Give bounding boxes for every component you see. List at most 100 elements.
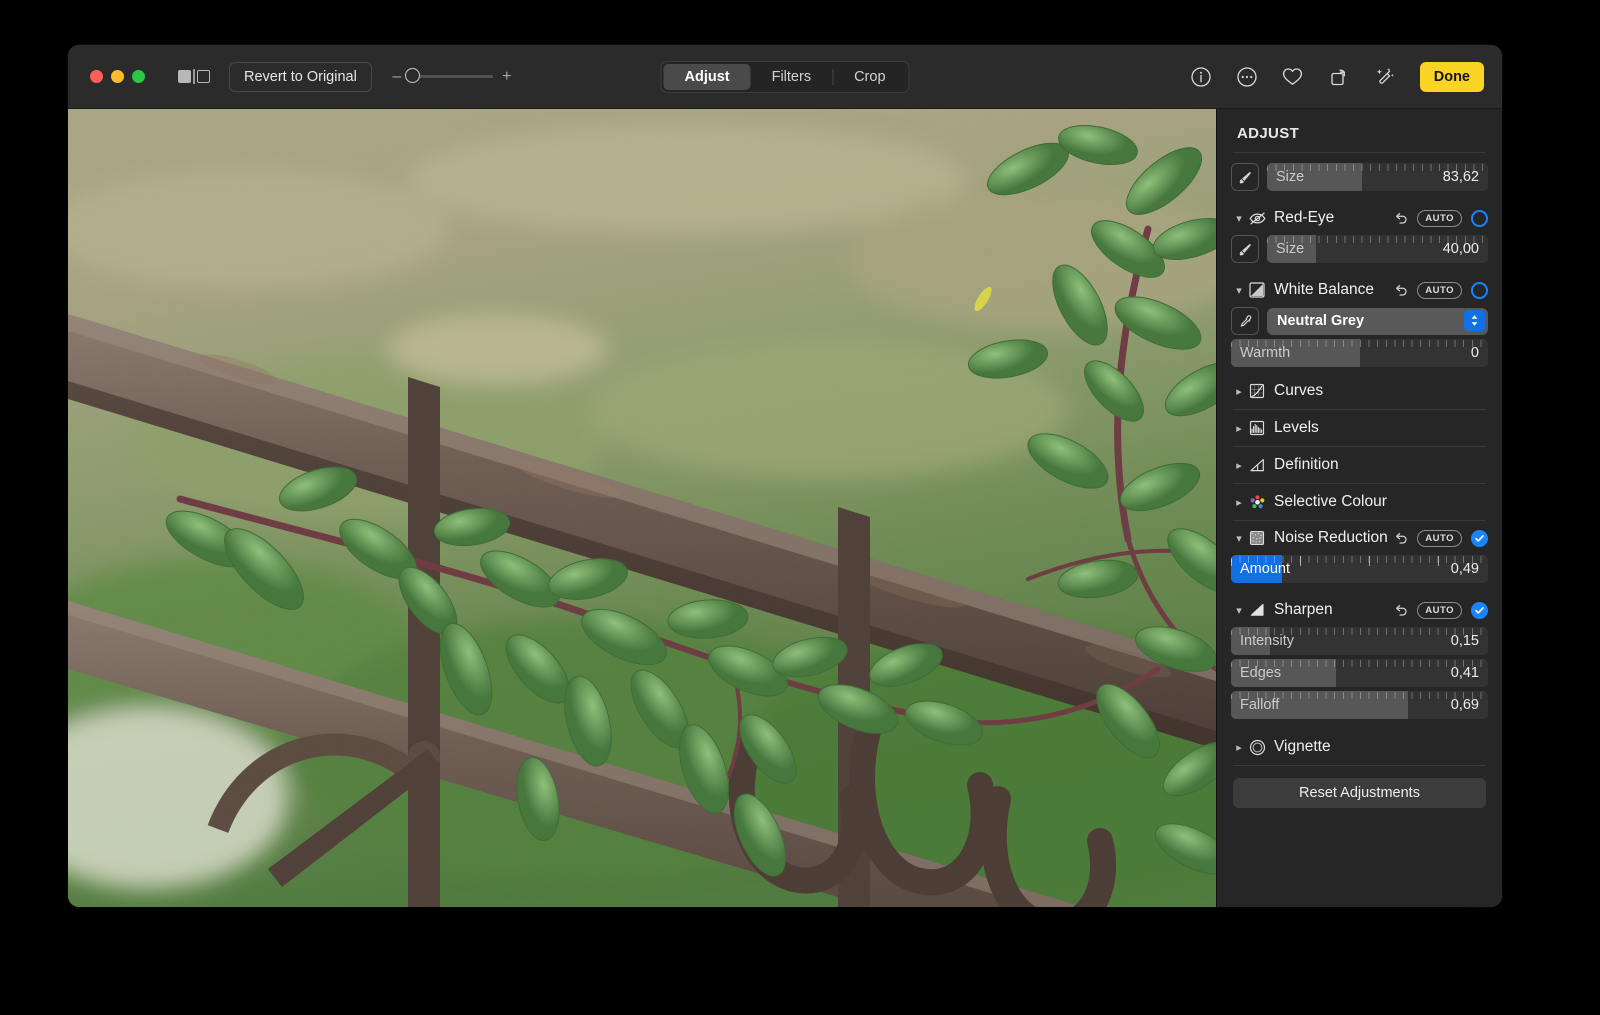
retouch-size-slider[interactable]: Size 83,62 [1267, 163, 1488, 191]
auto-enhance-wand-icon[interactable] [1372, 64, 1398, 90]
info-icon[interactable] [1188, 64, 1214, 90]
section-header-red-eye[interactable]: ▾ Red-Eye AUTO [1231, 201, 1488, 235]
section-header-levels[interactable]: ▸ Levels [1231, 410, 1488, 446]
definition-icon [1247, 455, 1267, 475]
zoom-in-icon[interactable]: + [502, 68, 512, 86]
auto-button-white-balance[interactable]: AUTO [1417, 281, 1462, 299]
toggle-red-eye[interactable] [1471, 209, 1488, 227]
selective-colour-icon [1247, 492, 1267, 512]
sharpen-edges-value: 0,41 [1450, 665, 1479, 681]
eyedropper-icon[interactable] [1231, 307, 1259, 335]
chevron-down-icon[interactable]: ▾ [1231, 532, 1247, 545]
curves-icon [1247, 381, 1267, 401]
toolbar-right-actions: Done [1188, 61, 1484, 92]
zoom-out-icon[interactable]: – [392, 68, 402, 86]
section-title-selective-colour: Selective Colour [1274, 493, 1387, 510]
photo-canvas[interactable] [68, 109, 1216, 907]
sidebar-toggle-icon[interactable] [177, 65, 211, 89]
reset-adjustments-label: Reset Adjustments [1299, 785, 1420, 801]
sidebar-toggle-divider [193, 69, 195, 84]
auto-button-sharpen[interactable]: AUTO [1417, 601, 1462, 619]
sharpen-edges-row: Edges 0,41 [1231, 659, 1488, 687]
section-title-noise-reduction: Noise Reduction [1274, 529, 1388, 546]
tab-crop[interactable]: Crop [833, 64, 906, 90]
more-icon[interactable] [1234, 64, 1260, 90]
noise-amount-slider[interactable]: Amount 0,49 [1231, 555, 1488, 583]
white-balance-mode-dropdown[interactable]: Neutral Grey [1267, 307, 1488, 335]
sidebar-toggle-filled-square [178, 70, 192, 83]
section-header-noise-reduction[interactable]: ▾ Noise Reduction AUTO [1231, 521, 1488, 555]
section-header-selective-colour[interactable]: ▸ Selective Colour [1231, 484, 1488, 520]
editor-body: ADJUST Size 83,62 ▾ Red-Eye AUTO Size 40… [68, 109, 1502, 907]
minimize-window-button[interactable] [111, 70, 124, 83]
sharpen-intensity-row: Intensity 0,15 [1231, 627, 1488, 655]
noise-amount-value: 0,49 [1450, 561, 1479, 577]
rotate-icon[interactable] [1326, 64, 1352, 90]
zoom-slider-group[interactable]: – + [392, 68, 512, 86]
section-header-sharpen[interactable]: ▾ Sharpen AUTO [1231, 593, 1488, 627]
sharpen-edges-slider[interactable]: Edges 0,41 [1231, 659, 1488, 687]
sharpen-falloff-label: Falloff [1240, 697, 1280, 713]
edit-mode-tabs: Adjust Filters Crop [660, 60, 910, 93]
adjust-sidebar: ADJUST Size 83,62 ▾ Red-Eye AUTO Size 40… [1216, 109, 1502, 907]
auto-button-noise-reduction[interactable]: AUTO [1417, 529, 1462, 547]
favorite-heart-icon[interactable] [1280, 64, 1306, 90]
window-toolbar: Revert to Original – + Adjust Filters Cr… [68, 45, 1502, 109]
brush-icon[interactable] [1231, 235, 1259, 263]
zoom-window-button[interactable] [132, 70, 145, 83]
toggle-sharpen[interactable] [1471, 601, 1488, 619]
section-header-vignette[interactable]: ▸ Vignette [1231, 729, 1488, 765]
tab-adjust[interactable]: Adjust [663, 63, 751, 90]
revert-arrow-icon[interactable] [1392, 209, 1410, 227]
section-title-definition: Definition [1274, 456, 1339, 473]
zoom-slider-knob[interactable] [404, 68, 420, 83]
sharpen-falloff-value: 0,69 [1450, 697, 1479, 713]
close-window-button[interactable] [90, 70, 103, 83]
divider [1233, 765, 1486, 766]
chevron-right-icon[interactable]: ▸ [1231, 422, 1247, 435]
section-header-white-balance[interactable]: ▾ White Balance AUTO [1231, 273, 1488, 307]
revert-arrow-icon[interactable] [1392, 529, 1410, 547]
white-balance-icon [1247, 280, 1267, 300]
chevron-up-down-icon[interactable] [1464, 309, 1485, 331]
sharpen-edges-label: Edges [1240, 665, 1282, 681]
chevron-down-icon[interactable]: ▾ [1231, 604, 1247, 617]
red-eye-size-slider[interactable]: Size 40,00 [1267, 235, 1488, 263]
retouch-size-row: Size 83,62 [1231, 163, 1488, 191]
chevron-right-icon[interactable]: ▸ [1231, 385, 1247, 398]
tab-adjust-label: Adjust [684, 68, 730, 85]
chevron-right-icon[interactable]: ▸ [1231, 741, 1247, 754]
chevron-right-icon[interactable]: ▸ [1231, 496, 1247, 509]
red-eye-size-value: 40,00 [1442, 241, 1479, 257]
tab-filters[interactable]: Filters [751, 64, 832, 90]
section-header-curves[interactable]: ▸ Curves [1231, 373, 1488, 409]
red-eye-size-row: Size 40,00 [1231, 235, 1488, 263]
panel-title: ADJUST [1237, 125, 1300, 142]
chevron-right-icon[interactable]: ▸ [1231, 459, 1247, 472]
done-button-label: Done [1433, 68, 1470, 85]
sharpen-intensity-slider[interactable]: Intensity 0,15 [1231, 627, 1488, 655]
done-button[interactable]: Done [1419, 61, 1484, 92]
auto-button-red-eye[interactable]: AUTO [1417, 209, 1462, 227]
reset-adjustments-button[interactable]: Reset Adjustments [1233, 778, 1486, 808]
section-header-definition[interactable]: ▸ Definition [1231, 447, 1488, 483]
revert-to-original-button[interactable]: Revert to Original [229, 61, 372, 92]
warmth-row: Warmth 0 [1231, 339, 1488, 367]
toggle-white-balance[interactable] [1471, 281, 1488, 299]
sharpen-icon [1247, 600, 1267, 620]
sharpen-falloff-slider[interactable]: Falloff 0,69 [1231, 691, 1488, 719]
traffic-light-buttons [90, 70, 145, 83]
brush-icon[interactable] [1231, 163, 1259, 191]
noise-amount-row: Amount 0,49 [1231, 555, 1488, 583]
sharpen-falloff-row: Falloff 0,69 [1231, 691, 1488, 719]
warmth-label: Warmth [1240, 345, 1291, 361]
eye-slash-icon [1247, 208, 1267, 228]
revert-arrow-icon[interactable] [1392, 601, 1410, 619]
warmth-slider[interactable]: Warmth 0 [1231, 339, 1488, 367]
zoom-slider-track[interactable] [404, 68, 493, 83]
revert-arrow-icon[interactable] [1392, 281, 1410, 299]
sharpen-intensity-value: 0,15 [1450, 633, 1479, 649]
toggle-noise-reduction[interactable] [1471, 529, 1488, 547]
chevron-down-icon[interactable]: ▾ [1231, 284, 1247, 297]
chevron-down-icon[interactable]: ▾ [1231, 212, 1247, 225]
